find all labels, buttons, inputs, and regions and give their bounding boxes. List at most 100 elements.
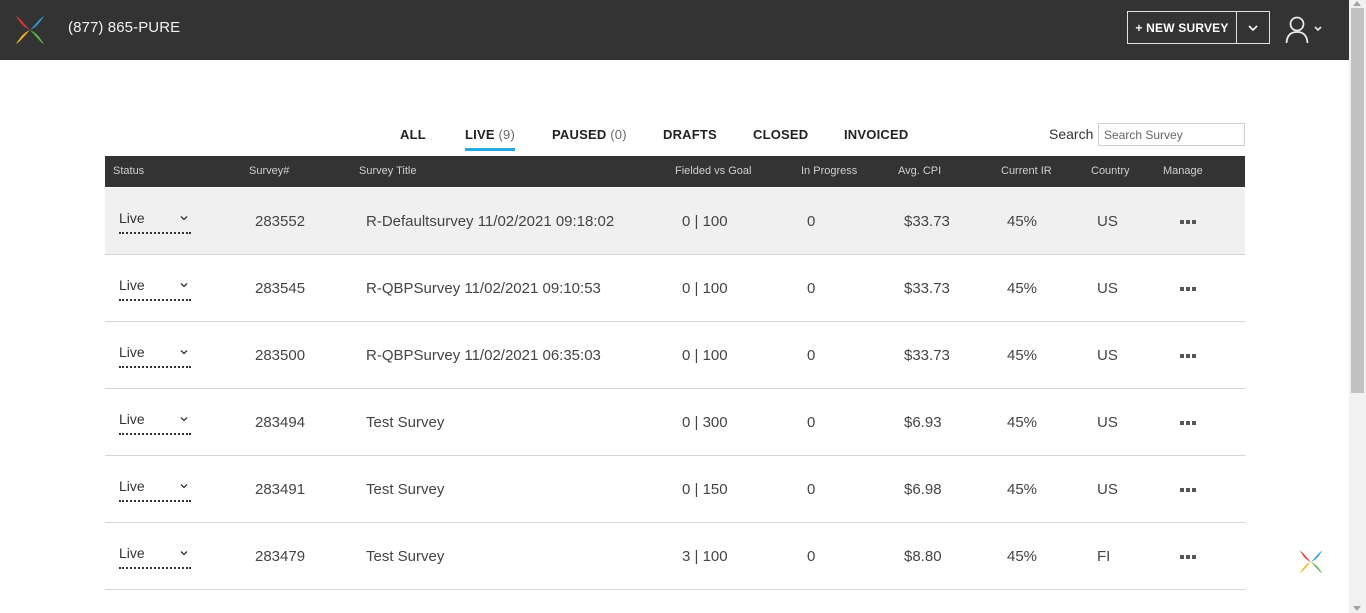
new-survey-dropdown-toggle[interactable] [1237, 12, 1269, 43]
survey-number[interactable]: 283552 [255, 213, 305, 230]
pinwheel-logo-icon[interactable] [1298, 549, 1324, 575]
survey-title[interactable]: R-Defaultsurvey 11/02/2021 09:18:02 [366, 213, 614, 230]
column-header-current-ir[interactable]: Current IR [1001, 165, 1052, 177]
current-ir: 45% [1007, 213, 1038, 230]
search-label: Search [1049, 126, 1094, 142]
more-horizontal-icon[interactable] [1180, 421, 1196, 426]
survey-number[interactable]: 283491 [255, 481, 305, 498]
country: US [1097, 347, 1118, 364]
fielded-vs-goal: 0 | 100 [682, 280, 728, 297]
tab-invoiced[interactable]: INVOICED [844, 127, 908, 142]
chevron-down-icon [180, 283, 188, 288]
top-bar: (877) 865-PURE + NEW SURVEY [0, 0, 1349, 60]
survey-title[interactable]: R-QBPSurvey 11/02/2021 06:35:03 [366, 347, 601, 364]
survey-title[interactable]: Test Survey [366, 414, 444, 431]
status-value: Live [119, 478, 145, 494]
chevron-down-icon [180, 484, 188, 489]
country: US [1097, 280, 1118, 297]
more-horizontal-icon[interactable] [1180, 287, 1196, 292]
status-dropdown[interactable]: Live [119, 344, 191, 368]
tab-label: DRAFTS [663, 127, 717, 142]
chevron-down-icon [180, 216, 188, 221]
in-progress: 0 [807, 347, 816, 364]
table-row[interactable]: Live 283491 Test Survey 0 | 150 0 $6.98 45% US [105, 456, 1245, 523]
more-horizontal-icon[interactable] [1180, 220, 1196, 225]
avg-cpi: $33.73 [904, 280, 950, 297]
tab-live[interactable]: LIVE (9) [465, 127, 516, 151]
scrollbar-thumb[interactable] [1351, 8, 1364, 393]
scroll-up-arrow-icon[interactable] [1353, 1, 1361, 6]
column-header-in-progress[interactable]: In Progress [801, 165, 857, 177]
pinwheel-logo-icon[interactable] [14, 14, 46, 46]
new-survey-split-button: + NEW SURVEY [1127, 11, 1270, 44]
scroll-down-arrow-icon[interactable] [1353, 606, 1361, 611]
status-dropdown[interactable]: Live [119, 210, 191, 234]
in-progress: 0 [807, 280, 816, 297]
tab-label: PAUSED [552, 127, 607, 142]
survey-title[interactable]: Test Survey [366, 548, 444, 565]
status-dropdown[interactable]: Live [119, 545, 191, 569]
survey-number[interactable]: 283500 [255, 347, 305, 364]
more-horizontal-icon[interactable] [1180, 488, 1196, 493]
chevron-down-icon [1314, 26, 1322, 32]
tab-count: (0) [610, 127, 627, 142]
avg-cpi: $6.98 [904, 481, 942, 498]
fielded-vs-goal: 0 | 300 [682, 414, 728, 431]
survey-title[interactable]: Test Survey [366, 481, 444, 498]
table-header: Status Survey# Survey Title Fielded vs G… [105, 156, 1245, 187]
status-dropdown[interactable]: Live [119, 478, 191, 502]
avg-cpi: $8.80 [904, 548, 942, 565]
in-progress: 0 [807, 481, 816, 498]
tab-label: CLOSED [753, 127, 809, 142]
phone-number: (877) 865-PURE [68, 19, 181, 36]
survey-number[interactable]: 283545 [255, 280, 305, 297]
fielded-vs-goal: 0 | 100 [682, 213, 728, 230]
tab-label: ALL [400, 127, 426, 142]
user-icon [1285, 16, 1309, 44]
current-ir: 45% [1007, 481, 1038, 498]
more-horizontal-icon[interactable] [1180, 555, 1196, 560]
chevron-down-icon [180, 417, 188, 422]
status-value: Live [119, 545, 145, 561]
in-progress: 0 [807, 548, 816, 565]
page-scrollbar[interactable] [1349, 0, 1366, 613]
fielded-vs-goal: 0 | 100 [682, 347, 728, 364]
column-header-survey-title[interactable]: Survey Title [359, 165, 416, 177]
tab-label: LIVE [465, 127, 495, 142]
current-ir: 45% [1007, 347, 1038, 364]
tab-drafts[interactable]: DRAFTS [663, 127, 717, 142]
table-row[interactable]: Live 283494 Test Survey 0 | 300 0 $6.93 45% US [105, 389, 1245, 456]
avg-cpi: $6.93 [904, 414, 942, 431]
fielded-vs-goal: 0 | 150 [682, 481, 728, 498]
country: US [1097, 481, 1118, 498]
status-value: Live [119, 210, 145, 226]
current-ir: 45% [1007, 548, 1038, 565]
table-row[interactable]: Live 283500 R-QBPSurvey 11/02/2021 06:35:0… [105, 322, 1245, 389]
in-progress: 0 [807, 414, 816, 431]
country: US [1097, 213, 1118, 230]
column-header-country[interactable]: Country [1091, 165, 1130, 177]
tab-all[interactable]: ALL [400, 127, 426, 142]
tab-paused[interactable]: PAUSED (0) [552, 127, 627, 142]
column-header-avg-cpi[interactable]: Avg. CPI [898, 165, 941, 177]
more-horizontal-icon[interactable] [1180, 354, 1196, 359]
tab-closed[interactable]: CLOSED [753, 127, 808, 142]
survey-number[interactable]: 283494 [255, 414, 305, 431]
status-dropdown[interactable]: Live [119, 411, 191, 435]
table-row[interactable]: Live 283479 Test Survey 3 | 100 0 $8.80 45% FI [105, 523, 1245, 590]
country: FI [1097, 548, 1111, 565]
survey-number[interactable]: 283479 [255, 548, 305, 565]
column-header-status[interactable]: Status [113, 165, 144, 177]
in-progress: 0 [807, 213, 816, 230]
column-header-fielded-vs-goal[interactable]: Fielded vs Goal [675, 165, 751, 177]
column-header-survey-number[interactable]: Survey# [249, 165, 289, 177]
current-ir: 45% [1007, 280, 1038, 297]
user-menu[interactable] [1285, 16, 1327, 44]
table-row[interactable]: Live 283552 R-Defaultsurvey 11/02/2021 09:… [105, 188, 1245, 255]
search-input[interactable] [1098, 123, 1245, 146]
new-survey-button[interactable]: + NEW SURVEY [1128, 12, 1237, 43]
tab-count: (9) [498, 127, 516, 142]
table-row[interactable]: Live 283545 R-QBPSurvey 11/02/2021 09:10:5… [105, 255, 1245, 322]
status-dropdown[interactable]: Live [119, 277, 191, 301]
survey-title[interactable]: R-QBPSurvey 11/02/2021 09:10:53 [366, 280, 601, 297]
